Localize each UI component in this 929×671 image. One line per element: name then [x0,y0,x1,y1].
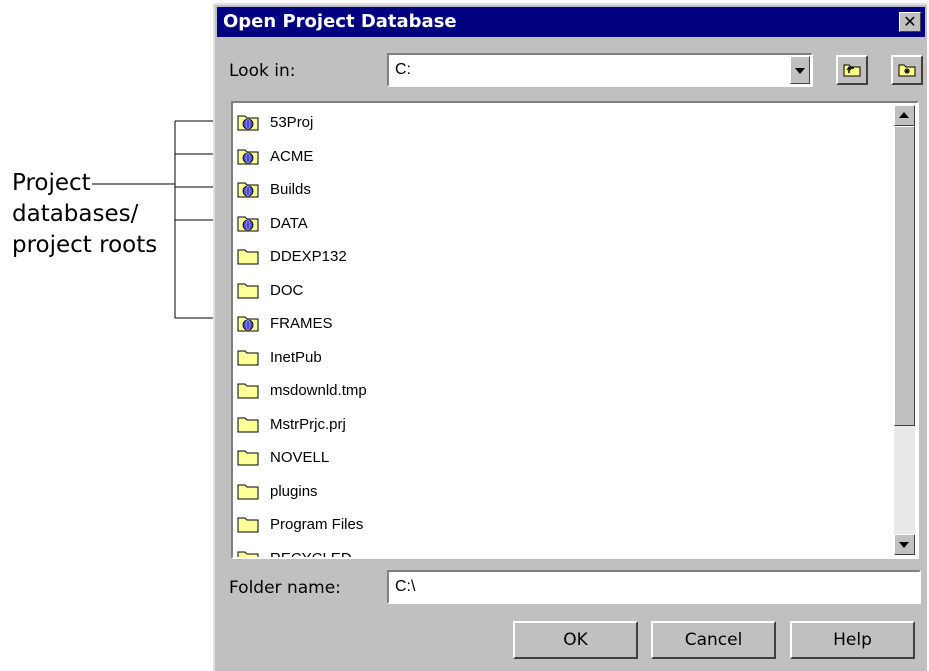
list-item-label: Program Files [270,516,364,533]
close-icon: ✕ [903,12,917,31]
scroll-up-button[interactable] [894,105,915,126]
file-rows: 53Proj ACME Builds DATA DDEXP132 DOC FRAMES Ine… [235,109,885,557]
list-item-label: Builds [270,181,311,198]
folder-icon [237,484,259,499]
folder-icon [237,383,259,399]
list-item-label: DOC [270,281,304,299]
list-item[interactable]: plugins [235,478,885,512]
look-in-value: C: [395,61,411,78]
look-in-dropdown[interactable]: C: [387,53,813,87]
folder-icon [237,517,259,533]
list-item-label: plugins [270,482,318,500]
scroll-down-button[interactable] [894,534,915,555]
folder-name-field[interactable] [387,570,921,604]
list-item-label: DATA [270,214,308,232]
list-item[interactable]: FRAMES [235,310,885,344]
list-item-label: InetPub [270,348,322,366]
list-item[interactable]: RECYCLED [235,545,885,558]
list-item[interactable]: 53Proj [235,109,885,143]
file-list[interactable]: 53Proj ACME Builds DATA DDEXP132 DOC FRAMES Ine… [231,101,919,559]
list-item-label: DDEXP132 [270,248,347,265]
callout-lines [92,120,234,319]
open-project-dialog: Open Project Database ✕ Look in: C: 53Pr… [213,3,927,671]
folder-name-label: Folder name: [229,578,341,598]
ok-button[interactable]: OK [513,621,638,659]
list-item[interactable]: DATA [235,210,885,244]
cancel-button[interactable]: Cancel [651,621,776,659]
list-item[interactable]: Program Files [235,511,885,545]
list-item[interactable]: DDEXP132 [235,243,885,277]
list-item-label: 53Proj [270,114,314,131]
list-item[interactable]: NOVELL [235,444,885,478]
close-button[interactable]: ✕ [899,12,921,32]
project-database-icon [237,115,259,131]
folder-icon [237,417,259,432]
project-database-icon [237,316,259,332]
dialog-titlebar[interactable]: Open Project Database ✕ [217,7,925,37]
list-item[interactable]: DOC [235,277,885,311]
list-item[interactable]: MstrPrjc.prj [235,411,885,445]
project-database-icon [237,182,259,198]
folder-icon [237,551,259,557]
folder-icon [237,450,259,466]
new-folder-icon [898,64,916,77]
up-one-level-button[interactable] [836,55,868,85]
list-item-label: FRAMES [270,315,333,332]
folder-icon [237,249,259,265]
list-item-label: NOVELL [270,449,330,466]
folder-icon [237,350,259,365]
list-item[interactable]: Builds [235,176,885,210]
up-one-level-icon [843,64,861,77]
list-item-label: RECYCLED [270,550,352,558]
project-database-icon [237,149,259,164]
look-in-label: Look in: [229,61,296,81]
scroll-thumb[interactable] [894,126,915,426]
list-item[interactable]: InetPub [235,344,885,378]
vertical-scrollbar[interactable] [894,105,915,555]
dialog-title: Open Project Database [223,11,457,32]
list-item[interactable]: ACME [235,143,885,177]
list-item-label: MstrPrjc.prj [270,415,346,433]
list-item-label: msdownld.tmp [270,382,367,399]
folder-name-input[interactable] [389,572,919,602]
folder-icon [237,283,259,298]
help-button[interactable]: Help [790,621,915,659]
new-folder-button[interactable] [891,55,923,85]
chevron-down-icon[interactable] [790,56,810,84]
project-database-icon [237,216,259,231]
list-item-label: ACME [270,147,314,165]
list-item[interactable]: msdownld.tmp [235,377,885,411]
